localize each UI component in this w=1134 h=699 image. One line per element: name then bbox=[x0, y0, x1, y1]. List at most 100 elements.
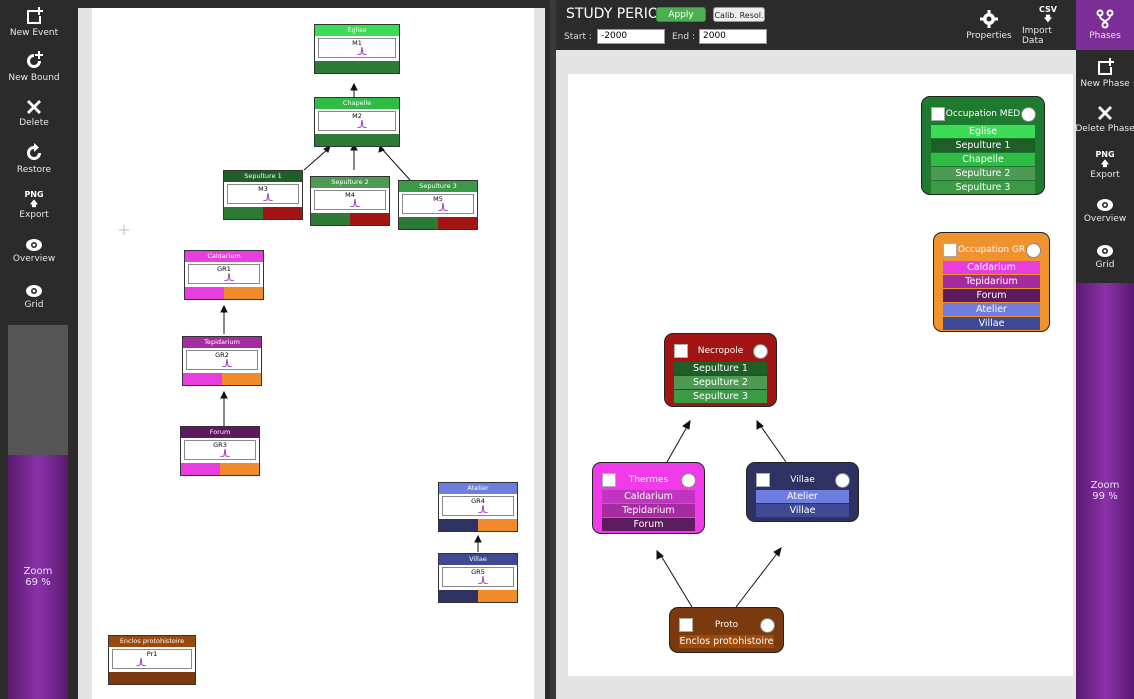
overview-button[interactable]: Overview bbox=[0, 228, 68, 274]
phase-toggle[interactable] bbox=[681, 472, 696, 488]
event-code: M2 bbox=[352, 112, 362, 120]
density-curve-icon bbox=[350, 199, 360, 207]
phase-item: Caldarium bbox=[602, 490, 695, 503]
eye-icon bbox=[26, 285, 42, 297]
phases-scene[interactable]: Occupation MED Eglise Sepulture 1 Chapel… bbox=[568, 74, 1073, 676]
phase-item: Enclos protohistoire bbox=[679, 635, 774, 648]
delete-phase-button[interactable]: Delete Phase bbox=[1075, 96, 1134, 142]
phase-node-occupation-gr[interactable]: Occupation GR Caldarium Tepidarium Forum… bbox=[933, 232, 1050, 332]
event-node-villae[interactable]: Villae GR5 bbox=[438, 553, 518, 603]
new-phase-button[interactable]: New Phase bbox=[1076, 50, 1134, 96]
end-input[interactable]: 2000 bbox=[699, 29, 767, 44]
event-name: Sepulture 3 bbox=[399, 181, 477, 192]
grid-button[interactable]: Grid bbox=[0, 274, 68, 320]
phase-node-occupation-med[interactable]: Occupation MED Eglise Sepulture 1 Chapel… bbox=[921, 96, 1045, 195]
phase-node-necropole[interactable]: Necropole Sepulture 1 Sepulture 2 Sepult… bbox=[664, 333, 777, 407]
phase-checkbox[interactable] bbox=[679, 618, 693, 632]
phase-item: Villae bbox=[943, 317, 1040, 330]
phase-node-villae[interactable]: Villae Atelier Villae bbox=[746, 462, 859, 522]
events-scene[interactable]: Eglise M1 Chapelle M2 Sepulture 1 M3 Sep… bbox=[92, 8, 534, 699]
study-period-bar: STUDY PERIOD Apply Calib. Resol. Start :… bbox=[556, 0, 1076, 50]
event-name: Sepulture 2 bbox=[311, 177, 389, 188]
phase-toggle[interactable] bbox=[1021, 106, 1036, 122]
new-bound-icon bbox=[27, 51, 43, 68]
phase-item: Sepulture 2 bbox=[674, 376, 767, 389]
phases-button[interactable]: Phases bbox=[1076, 0, 1134, 50]
event-name: Enclos protohistoire bbox=[109, 636, 195, 647]
event-code: GR1 bbox=[217, 265, 231, 273]
phases-zoom-slider[interactable]: Zoom 99 % bbox=[1076, 283, 1134, 699]
zoom-label: Zoom bbox=[23, 566, 53, 577]
event-node-caldarium[interactable]: Caldarium GR1 bbox=[184, 250, 264, 300]
phase-item: Villae bbox=[756, 504, 849, 517]
event-node-sepulture-2[interactable]: Sepulture 2 M4 bbox=[310, 176, 390, 226]
phase-item: Caldarium bbox=[943, 261, 1040, 274]
event-node-sepulture-1[interactable]: Sepulture 1 M3 bbox=[223, 170, 303, 220]
phase-checkbox[interactable] bbox=[756, 473, 770, 487]
eye-icon bbox=[1097, 199, 1113, 211]
event-node-tepidarium[interactable]: Tepidarium GR2 bbox=[182, 336, 262, 386]
export-phases-button[interactable]: PNG 🡅 Export bbox=[1076, 142, 1134, 188]
event-code: Pr1 bbox=[146, 650, 158, 658]
phase-checkbox[interactable] bbox=[943, 243, 957, 257]
properties-button[interactable]: Properties bbox=[961, 0, 1017, 50]
overview-label: Overview bbox=[12, 254, 56, 264]
event-name: Tepidarium bbox=[183, 337, 261, 348]
phase-item: Sepulture 3 bbox=[674, 390, 767, 403]
restore-button[interactable]: Restore bbox=[0, 136, 68, 182]
export-label: Export bbox=[19, 210, 49, 220]
grid-phases-button[interactable]: Grid bbox=[1076, 234, 1134, 280]
phase-item: Sepulture 1 bbox=[674, 362, 767, 375]
calib-resol-button[interactable]: Calib. Resol. bbox=[713, 7, 765, 22]
phases-canvas[interactable]: Occupation MED Eglise Sepulture 1 Chapel… bbox=[556, 50, 1076, 699]
event-node-eglise[interactable]: Eglise M1 bbox=[314, 24, 400, 74]
toolbar-spacer bbox=[8, 325, 68, 455]
zoom-slider[interactable]: Zoom 69 % bbox=[8, 455, 68, 699]
event-code: M5 bbox=[433, 195, 443, 203]
restore-label: Restore bbox=[16, 165, 52, 175]
import-data-button[interactable]: CSV 🡇 Import Data bbox=[1022, 0, 1074, 50]
start-input[interactable]: -2000 bbox=[597, 29, 665, 44]
event-node-enclos-protohistoire[interactable]: Enclos protohistoire Pr1 bbox=[108, 635, 196, 685]
event-code: M1 bbox=[352, 39, 362, 47]
event-name: Eglise bbox=[315, 25, 399, 36]
event-node-sepulture-3[interactable]: Sepulture 3 M5 bbox=[398, 180, 478, 230]
events-canvas[interactable]: Eglise M1 Chapelle M2 Sepulture 1 M3 Sep… bbox=[78, 8, 545, 699]
phase-node-thermes[interactable]: Thermes Caldarium Tepidarium Forum bbox=[592, 462, 705, 534]
new-bound-button[interactable]: New Bound bbox=[0, 44, 68, 90]
new-event-icon bbox=[27, 7, 43, 24]
export-button[interactable]: PNG 🡅 Export bbox=[0, 182, 68, 228]
event-node-chapelle[interactable]: Chapelle M2 bbox=[314, 97, 400, 147]
apply-button[interactable]: Apply bbox=[656, 7, 706, 22]
event-node-atelier[interactable]: Atelier GR4 bbox=[438, 482, 518, 532]
phases-icon bbox=[1096, 9, 1114, 29]
delete-icon bbox=[1098, 106, 1112, 120]
app-window: New Event New Bound Delete Restore PNG 🡅 … bbox=[0, 0, 1134, 699]
new-bound-label: New Bound bbox=[8, 73, 60, 83]
new-event-button[interactable]: New Event bbox=[0, 0, 68, 44]
delete-label: Delete bbox=[19, 118, 49, 128]
export-png-icon: PNG 🡅 bbox=[24, 190, 44, 208]
event-code: M4 bbox=[345, 191, 355, 199]
phase-checkbox[interactable] bbox=[602, 473, 616, 487]
event-code: GR3 bbox=[213, 441, 227, 449]
png-glyph-text: PNG bbox=[24, 190, 44, 199]
delete-phase-label: Delete Phase bbox=[1075, 124, 1134, 134]
phase-node-proto[interactable]: Proto Enclos protohistoire bbox=[669, 607, 784, 653]
event-node-forum[interactable]: Forum GR3 bbox=[180, 426, 260, 476]
right-toolbar: Phases New Phase Delete Phase PNG 🡅 Expor… bbox=[1075, 0, 1134, 699]
delete-button[interactable]: Delete bbox=[0, 90, 68, 136]
phase-toggle[interactable] bbox=[753, 343, 768, 359]
phase-checkbox[interactable] bbox=[931, 107, 945, 121]
phase-item: Forum bbox=[943, 289, 1040, 302]
zoom-value: 69 % bbox=[25, 577, 51, 588]
phase-toggle[interactable] bbox=[760, 617, 775, 633]
density-curve-icon bbox=[357, 120, 367, 128]
new-phase-icon bbox=[1098, 58, 1114, 75]
overview-phases-button[interactable]: Overview bbox=[1076, 188, 1134, 234]
phase-toggle[interactable] bbox=[835, 472, 850, 488]
phase-checkbox[interactable] bbox=[674, 344, 688, 358]
start-label: Start : bbox=[564, 32, 592, 42]
phase-toggle[interactable] bbox=[1026, 242, 1041, 258]
png-glyph-text: PNG bbox=[1095, 150, 1115, 159]
